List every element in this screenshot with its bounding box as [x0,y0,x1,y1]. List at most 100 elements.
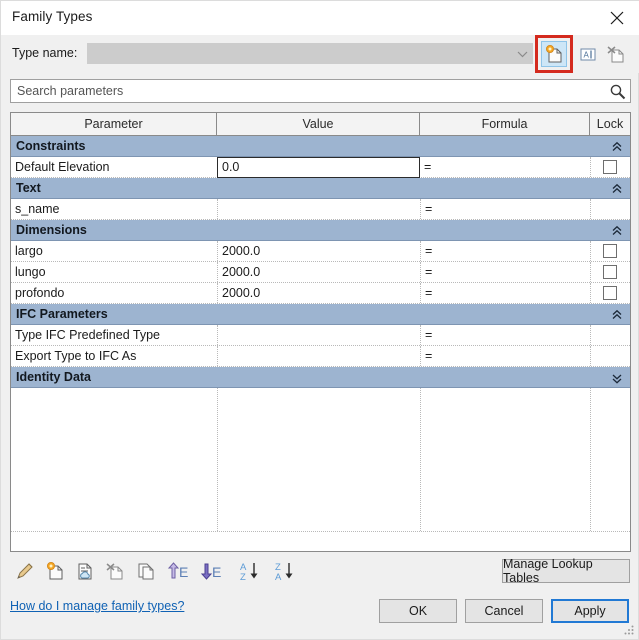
delete-page-icon [607,46,624,63]
cancel-button[interactable]: Cancel [465,599,543,623]
edit-parameter-button[interactable] [12,558,38,584]
new-type-button[interactable] [541,41,567,67]
lock-checkbox[interactable] [603,265,617,279]
svg-text:A: A [584,51,590,60]
new-parameter-button[interactable] [42,558,68,584]
type-name-label: Type name: [12,46,78,60]
cell-lock [590,346,630,366]
column-rule [420,388,421,531]
cell-parameter: Type IFC Predefined Type [15,328,160,342]
cell-parameter: Export Type to IFC As [15,349,137,363]
column-rule [590,388,591,531]
delete-page-icon [106,563,123,580]
lock-checkbox[interactable] [603,244,617,258]
cell-formula[interactable]: = [420,346,590,366]
cell-value-editing[interactable]: 0.0 [217,157,420,178]
double-chevron-up-icon[interactable] [611,308,623,322]
table-row[interactable]: lungo 2000.0 = [11,262,630,283]
cell-value[interactable] [217,199,420,219]
sort-za-icon: Z A [275,562,293,582]
search-placeholder: Search parameters [17,84,124,98]
table-empty-area [11,388,630,532]
cell-formula[interactable]: = [420,241,590,261]
group-header-dimensions[interactable]: Dimensions [11,220,630,241]
svg-text:E: E [212,564,221,580]
cell-parameter: Default Elevation [15,160,110,174]
cell-formula[interactable]: = [420,325,590,345]
group-label: Identity Data [16,370,92,384]
search-input[interactable]: Search parameters [10,79,631,103]
manage-lookup-tables-button[interactable]: Manage Lookup Tables [502,557,630,585]
group-header-constraints[interactable]: Constraints [11,136,630,157]
cell-value[interactable] [217,325,420,345]
column-header-value[interactable]: Value [217,113,420,135]
table-row[interactable]: s_name = [11,199,630,220]
cell-formula[interactable]: = [420,283,590,303]
page-cloud-icon [78,563,92,580]
group-header-text[interactable]: Text [11,178,630,199]
close-button[interactable] [594,1,639,35]
table-body: Constraints Default Elevation 0.0 = Text [11,136,630,551]
help-link[interactable]: How do I manage family types? [10,599,184,613]
chevron-down-icon [517,51,528,58]
cell-value[interactable]: 2000.0 [217,283,420,303]
lock-checkbox[interactable] [603,160,617,174]
pencil-icon [17,563,33,579]
group-header-identity-data[interactable]: Identity Data [11,367,630,388]
ok-button[interactable]: OK [379,599,457,623]
double-chevron-down-icon[interactable] [611,371,623,385]
double-chevron-up-icon[interactable] [611,140,623,154]
page-title: Family Types [12,9,93,24]
copy-pages-icon [138,563,154,580]
remove-parameter-button[interactable] [102,558,128,584]
column-header-parameter[interactable]: Parameter [11,113,217,135]
title-bar: Family Types [1,1,639,35]
duplicate-button[interactable] [133,558,159,584]
cell-value[interactable]: 2000.0 [217,241,420,261]
close-icon [610,11,624,25]
column-rule [217,388,218,531]
new-page-icon [47,562,63,580]
cell-formula[interactable]: = [420,199,590,219]
column-header-lock[interactable]: Lock [590,113,630,135]
search-icon[interactable] [609,83,626,100]
table-row[interactable]: Type IFC Predefined Type = [11,325,630,346]
sort-descending-button[interactable]: Z A [273,558,299,584]
arrow-up-e-icon: E [167,562,188,580]
rename-type-button[interactable]: A [575,41,601,67]
double-chevron-up-icon[interactable] [611,182,623,196]
cell-value[interactable]: 2000.0 [217,262,420,282]
svg-text:E: E [179,564,188,580]
cell-parameter: s_name [15,202,60,216]
arrow-down-e-icon: E [200,563,221,580]
table-row[interactable]: Export Type to IFC As = [11,346,630,367]
cell-formula[interactable]: = [420,262,590,282]
cell-formula[interactable]: = [420,157,590,177]
column-header-formula[interactable]: Formula [420,113,590,135]
family-types-dialog: Family Types Type name: A Search paramet… [0,0,639,640]
svg-text:A: A [275,572,282,582]
sort-ascending-button[interactable]: A Z [238,558,264,584]
type-name-combobox[interactable] [87,43,533,64]
table-row[interactable]: profondo 2000.0 = [11,283,630,304]
resize-grip[interactable] [623,624,635,636]
move-up-button[interactable]: E [166,558,192,584]
delete-type-button[interactable] [603,41,629,67]
rename-abc-icon: A [580,48,596,61]
group-header-ifc-parameters[interactable]: IFC Parameters [11,304,630,325]
move-down-button[interactable]: E [199,558,225,584]
group-label: Text [16,181,41,195]
table-row[interactable]: Default Elevation 0.0 = [11,157,630,178]
svg-text:Z: Z [240,572,246,582]
new-page-icon [546,45,562,63]
double-chevron-up-icon[interactable] [611,224,623,238]
cell-parameter: largo [15,244,43,258]
apply-button[interactable]: Apply [551,599,629,623]
cell-value[interactable] [217,346,420,366]
table-row[interactable]: largo 2000.0 = [11,241,630,262]
cell-parameter: lungo [15,265,46,279]
lock-checkbox[interactable] [603,286,617,300]
lookup-table-button[interactable] [72,558,98,584]
cell-lock [590,325,630,345]
group-label: Dimensions [16,223,87,237]
